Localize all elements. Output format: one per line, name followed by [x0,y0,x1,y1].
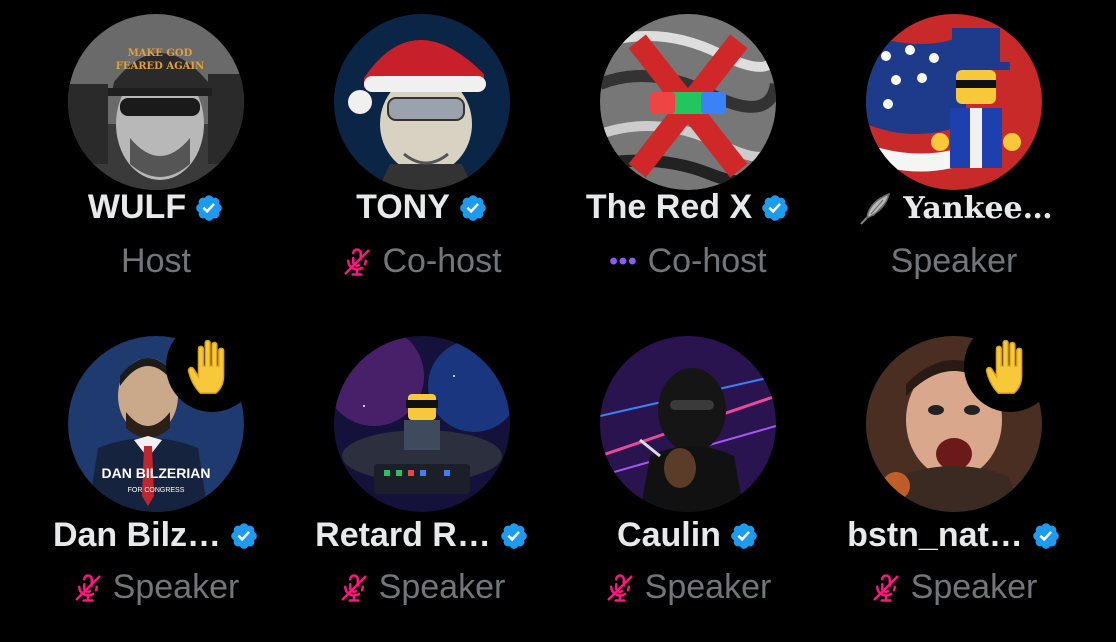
participant-role: Speaker [890,242,1018,280]
name-line: TONY [289,188,555,227]
svg-text:MAKE GOD: MAKE GOD [128,48,193,59]
raised-hand-icon [964,320,1056,412]
participant-role: Host [121,242,191,280]
role-line: ••• Co-host [555,242,821,281]
participant-the-red-x[interactable]: The Red X ••• Co-host [555,0,821,300]
participant-yankee[interactable]: Yankee… Speaker [821,0,1087,300]
avatar[interactable] [334,336,510,512]
mic-off-icon [73,573,103,603]
participant-role: Speaker [112,568,240,606]
participant-dan-bilz[interactable]: DAN BILZERIAN FOR CONGRESS Dan Bilz… Spe… [23,318,289,618]
name-line: Dan Bilz… [23,516,289,555]
mic-off-icon [605,573,635,603]
name-line: WULF [23,188,289,227]
participant-role: Speaker [378,568,506,606]
participant-role: Speaker [644,568,772,606]
participant-name: bstn_nat… [847,516,1023,554]
participant-name: TONY [356,188,450,226]
verified-badge-icon [229,521,259,551]
avatar-subcaption: FOR CONGRESS [128,487,185,494]
avatar-caption: DAN BILZERIAN [102,465,211,481]
participant-role: Co-host [647,242,767,280]
name-line: Yankee… [821,188,1087,228]
verified-badge-icon [729,521,759,551]
participant-caulin[interactable]: Caulin Speaker [555,318,821,618]
verified-badge-icon [1031,521,1061,551]
participant-bstn-nat[interactable]: bstn_nat… Speaker [821,318,1087,618]
participant-name: WULF [87,188,187,226]
participant-name: Retard R… [315,516,491,554]
role-line: Speaker [821,242,1087,281]
participant-name: The Red X [585,188,753,226]
verified-badge-icon [458,193,488,223]
role-line: Speaker [555,568,821,607]
name-line: Retard R… [289,516,555,555]
participant-name: Dan Bilz… [52,516,222,554]
avatar[interactable] [600,14,776,190]
avatar[interactable] [866,14,1042,190]
verified-badge-icon [760,193,790,223]
role-line: Speaker [23,568,289,607]
participant-name: Yankee… [903,190,1053,226]
role-line: Co-host [289,242,555,281]
feather-icon [860,192,891,225]
name-line: bstn_nat… [821,516,1087,555]
name-line: Caulin [555,516,821,555]
raised-hand-icon [166,320,258,412]
mic-off-icon [871,573,901,603]
participant-tony[interactable]: TONY Co-host [289,0,555,300]
participant-name: Caulin [617,516,721,554]
participant-role: Co-host [382,242,502,280]
mic-off-icon [339,573,369,603]
svg-text:FEARED AGAIN: FEARED AGAIN [116,61,204,72]
avatar[interactable] [334,14,510,190]
role-line: Speaker [821,568,1087,607]
role-line: Speaker [289,568,555,607]
speaker-grid: MAKE GOD FEARED AGAIN WULF Host TONY Co-… [0,0,1116,642]
mic-off-icon [342,247,372,277]
role-line: Host [23,242,289,281]
participant-wulf[interactable]: MAKE GOD FEARED AGAIN WULF Host [23,0,289,300]
avatar[interactable] [600,336,776,512]
verified-badge-icon [499,521,529,551]
participant-retard-r[interactable]: Retard R… Speaker [289,318,555,618]
speaking-indicator-icon: ••• [609,247,638,275]
avatar[interactable]: MAKE GOD FEARED AGAIN [68,14,244,190]
participant-role: Speaker [910,568,1038,606]
name-line: The Red X [555,188,821,227]
verified-badge-icon [194,193,224,223]
